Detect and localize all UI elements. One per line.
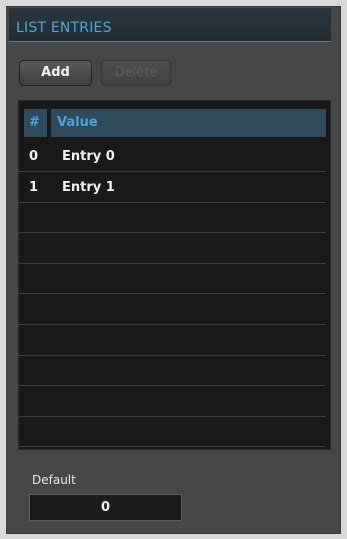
column-header-value[interactable]: Value [51, 109, 326, 137]
table-row[interactable]: 1 Entry 1 [19, 173, 326, 203]
row-value: Entry 0 [62, 149, 115, 164]
empty-table-row[interactable] [19, 417, 326, 448]
empty-table-row[interactable] [19, 295, 326, 325]
empty-table-row[interactable] [19, 356, 326, 387]
row-index: 1 [29, 179, 39, 195]
entries-table: # Value 0 Entry 0 1 Entry 1 [18, 100, 331, 450]
empty-table-row[interactable] [19, 264, 326, 295]
empty-table-row[interactable] [19, 234, 326, 264]
column-header-index[interactable]: # [24, 109, 47, 137]
table-header: # Value [24, 109, 326, 137]
row-index: 0 [29, 149, 39, 164]
table-row[interactable]: 0 Entry 0 [19, 142, 326, 172]
panel-header: LIST ENTRIES [9, 8, 331, 42]
panel-title: LIST ENTRIES [16, 20, 112, 36]
empty-table-row[interactable] [19, 387, 326, 417]
empty-table-row[interactable] [19, 203, 326, 234]
add-button[interactable]: Add [19, 60, 92, 86]
default-value-field[interactable]: 0 [29, 494, 182, 521]
default-label: Default [32, 473, 76, 487]
row-value: Entry 1 [62, 179, 115, 195]
delete-button[interactable]: Delete [101, 60, 171, 86]
empty-table-row[interactable] [19, 326, 326, 356]
